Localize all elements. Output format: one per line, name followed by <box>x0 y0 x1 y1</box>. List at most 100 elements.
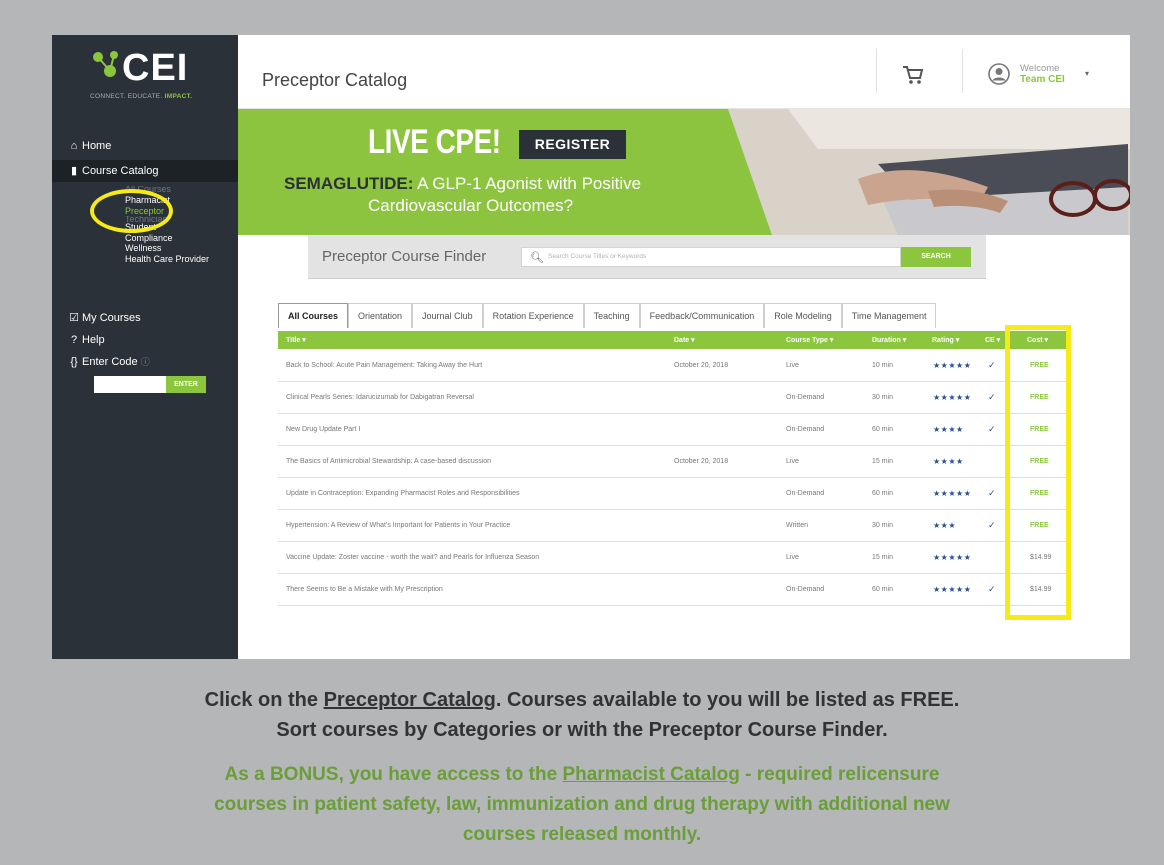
cell-duration: 60 min <box>872 490 894 497</box>
cell-type: On-Demand <box>786 394 825 401</box>
table-row[interactable]: There Seems to Be a Mistake with My Pres… <box>278 573 1070 606</box>
table-row[interactable]: The Basics of Antimicrobial Stewardship:… <box>278 445 1070 478</box>
cell-title[interactable]: The Basics of Antimicrobial Stewardship:… <box>286 458 491 465</box>
bonus-line-1: As a BONUS, you have access to the Pharm… <box>224 764 940 785</box>
tab-orientation[interactable]: Orientation <box>348 303 413 328</box>
header-divider <box>962 49 963 93</box>
cell-rating: ★★★★★ <box>933 585 972 594</box>
cell-date: October 20, 2018 <box>674 458 729 465</box>
search-input[interactable]: 🔍︎ Search Course Titles or Keywords <box>521 247 901 267</box>
molecule-logo-icon <box>93 51 118 77</box>
cell-rating: ★★★★★ <box>933 393 972 402</box>
enter-button[interactable]: ENTER <box>166 376 206 393</box>
tab-rotation-experience[interactable]: Rotation Experience <box>482 303 584 328</box>
cell-type: Live <box>786 458 799 465</box>
sidebar-item-label: Enter Code <box>82 356 138 368</box>
search-button[interactable]: SEARCH <box>901 247 971 267</box>
user-name: Team CEI <box>1020 74 1065 85</box>
course-finder: Preceptor Course Finder 🔍︎ Search Course… <box>308 235 986 279</box>
cell-title[interactable]: Back to School: Acute Pain Management: T… <box>286 362 482 369</box>
cell-ce: ✓ <box>988 520 996 530</box>
col-date[interactable]: Date ▾ <box>674 336 695 344</box>
cell-ce: ✓ <box>988 488 996 498</box>
cell-title[interactable]: Clinical Pearls Series: Idarucizumab for… <box>286 394 474 401</box>
cell-title[interactable]: Vaccine Update: Zoster vaccine - worth t… <box>286 554 539 561</box>
tab-time-management[interactable]: Time Management <box>841 303 937 328</box>
cost-highlight-box <box>1005 325 1071 620</box>
table-row[interactable]: Update in Contraception: Expanding Pharm… <box>278 477 1070 510</box>
cell-title[interactable]: There Seems to Be a Mistake with My Pres… <box>286 586 443 593</box>
tab-all-courses[interactable]: All Courses <box>278 303 349 328</box>
cell-type: Live <box>786 554 799 561</box>
cell-type: On-Demand <box>786 426 825 433</box>
logo-text: CEI <box>122 47 189 89</box>
col-type[interactable]: Course Type ▾ <box>786 336 833 344</box>
cell-rating: ★★★ <box>933 521 957 530</box>
sidebar-item-home[interactable]: ⌂ Home <box>52 135 238 157</box>
pharmacist-catalog-link[interactable]: Pharmacist Catalog <box>562 764 739 785</box>
cell-duration: 10 min <box>872 362 894 369</box>
code-input[interactable] <box>94 376 166 393</box>
user-avatar-icon[interactable] <box>988 63 1010 85</box>
table-row[interactable]: Back to School: Acute Pain Management: T… <box>278 349 1070 382</box>
tab-teaching[interactable]: Teaching <box>583 303 640 328</box>
col-title[interactable]: Title ▾ <box>286 336 306 344</box>
register-button[interactable]: REGISTER <box>519 130 626 159</box>
table-row[interactable]: Hypertension: A Review of What's Importa… <box>278 509 1070 542</box>
tab-journal-club[interactable]: Journal Club <box>412 303 483 328</box>
sidebar-item-course-catalog[interactable]: ▮ Course Catalog <box>52 160 238 182</box>
cell-ce: ✓ <box>988 360 996 370</box>
cell-duration: 30 min <box>872 522 894 529</box>
header-divider <box>876 49 877 93</box>
tab-role-modeling[interactable]: Role Modeling <box>764 303 842 328</box>
cell-title[interactable]: New Drug Update Part I <box>286 426 360 433</box>
promo-banner[interactable]: LIVE CPE! REGISTER SEMAGLUTIDE: A GLP-1 … <box>238 109 1130 235</box>
sidebar-item-help[interactable]: ? Help <box>52 329 238 351</box>
sidebar: CEI CONNECT. EDUCATE. IMPACT. ⌂ Home ▮ C… <box>52 35 238 659</box>
logo-tagline: CONNECT. EDUCATE. IMPACT. <box>90 93 193 100</box>
banner-headline: LIVE CPE! <box>368 123 501 161</box>
welcome-label: Welcome <box>1020 63 1060 74</box>
table-row[interactable]: Clinical Pearls Series: Idarucizumab for… <box>278 381 1070 414</box>
top-header: Preceptor Catalog Welcome Team CEI ▾ <box>238 35 1130 109</box>
cart-icon[interactable] <box>902 65 924 85</box>
home-icon: ⌂ <box>70 140 78 152</box>
preceptor-catalog-link[interactable]: Preceptor Catalog <box>324 689 496 711</box>
cell-type: On-Demand <box>786 586 825 593</box>
subnav-wellness[interactable]: Wellness <box>125 243 235 254</box>
table-header: Title ▾ Date ▾ Course Type ▾ Duration ▾ … <box>278 331 1070 349</box>
table-row[interactable]: New Drug Update Part I On-Demand 60 min ★★★… <box>278 413 1070 446</box>
search-icon: 🔍︎ <box>530 252 544 264</box>
cell-rating: ★★★★★ <box>933 361 972 370</box>
cell-ce: ✓ <box>988 392 996 402</box>
table-row[interactable]: Vaccine Update: Zoster vaccine - worth t… <box>278 541 1070 574</box>
search-placeholder: Search Course Titles or Keywords <box>548 253 647 260</box>
cell-ce: ✓ <box>988 584 996 594</box>
sidebar-item-label: My Courses <box>82 312 141 324</box>
sidebar-item-label: Course Catalog <box>82 165 159 177</box>
info-icon[interactable]: ⓘ <box>141 357 150 367</box>
subnav-health-care-provider[interactable]: Health Care Provider <box>125 254 235 265</box>
cell-duration: 30 min <box>872 394 894 401</box>
cell-title[interactable]: Update in Contraception: Expanding Pharm… <box>286 490 519 497</box>
col-rating[interactable]: Rating ▾ <box>932 336 959 344</box>
tab-feedback-communication[interactable]: Feedback/Communication <box>639 303 765 328</box>
col-duration[interactable]: Duration ▾ <box>872 336 906 344</box>
cell-title[interactable]: Hypertension: A Review of What's Importa… <box>286 522 510 529</box>
welcome-block[interactable]: Welcome Team CEI <box>1020 63 1065 85</box>
laptop-photo <box>728 109 1130 235</box>
highlight-ellipse <box>90 189 173 233</box>
page-title: Preceptor Catalog <box>262 70 408 90</box>
sidebar-item-my-courses[interactable]: ☑ My Courses <box>52 307 238 329</box>
caret-down-icon[interactable]: ▾ <box>1085 69 1089 78</box>
cell-rating: ★★★★ <box>933 457 964 466</box>
col-ce[interactable]: CE ▾ <box>985 336 1000 344</box>
sidebar-item-enter-code: {} Enter Code ⓘ <box>52 351 238 373</box>
instruction-caption: Click on the Preceptor Catalog. Courses … <box>0 685 1164 745</box>
book-icon: ▮ <box>70 165 78 177</box>
cell-duration: 60 min <box>872 586 894 593</box>
check-square-icon: ☑ <box>69 312 79 324</box>
subnav-compliance[interactable]: Compliance <box>125 233 235 244</box>
cei-logo[interactable]: CEI CONNECT. EDUCATE. IMPACT. <box>90 47 220 109</box>
screenshot-frame: CEI CONNECT. EDUCATE. IMPACT. ⌂ Home ▮ C… <box>52 35 1130 659</box>
